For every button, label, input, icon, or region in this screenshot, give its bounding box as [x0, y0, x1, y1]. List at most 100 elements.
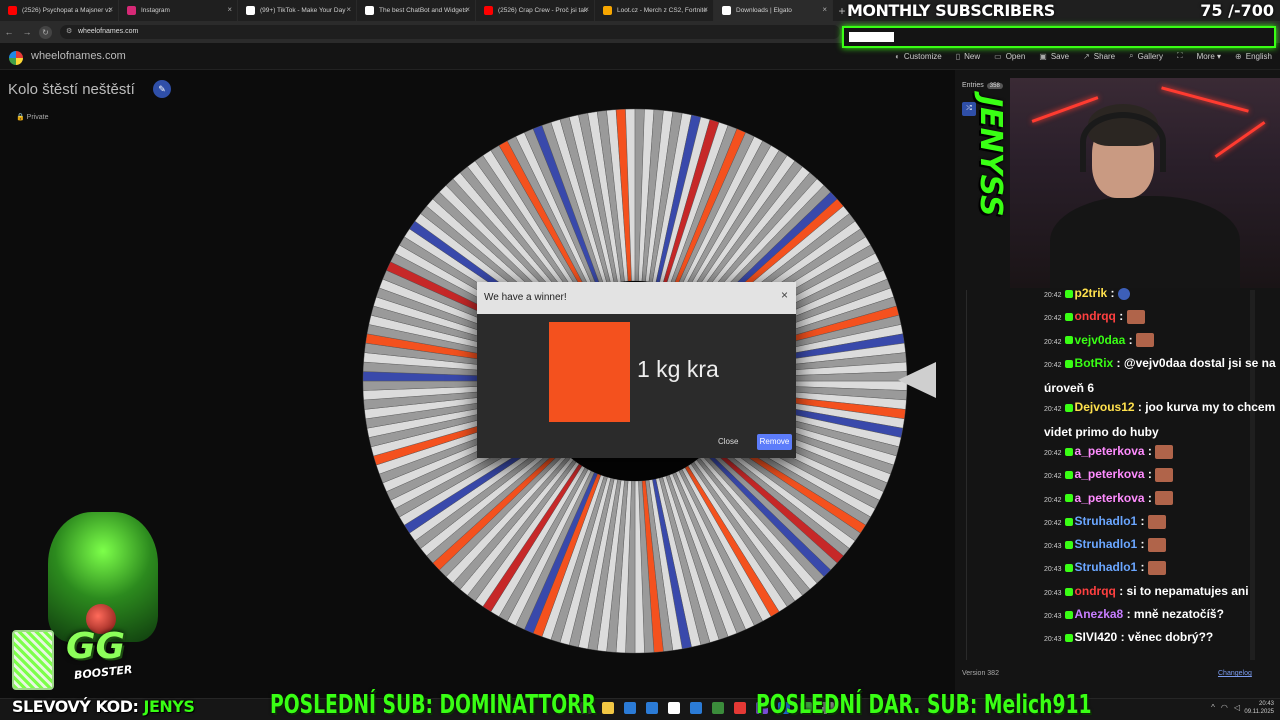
chat-username[interactable]: vejv0daa — [1075, 333, 1126, 347]
menu-save[interactable]: ▣ Save — [1039, 51, 1069, 61]
chat-message: 20:42 vejv0daa : — [1044, 329, 1276, 354]
tab-close-icon[interactable]: × — [584, 5, 589, 14]
menu-new-file[interactable]: ▯ New — [956, 51, 980, 61]
taskbar-app-icon[interactable] — [624, 702, 636, 714]
chat-username[interactable]: p2trik — [1075, 286, 1108, 300]
tab-0[interactable]: (2526) Psychopat a Majsner vz × — [0, 0, 119, 21]
chat-username[interactable]: Struhadlo1 — [1075, 514, 1138, 528]
menu-folder-open[interactable]: ▭ Open — [994, 51, 1025, 61]
tab-close-icon[interactable]: × — [703, 5, 708, 14]
sub-badge-icon — [1064, 540, 1073, 549]
streamer-name-vertical: JENYSS — [972, 92, 1012, 282]
last-sub-ticker: POSLEDNÍ SUB: DOMINATTORR — [270, 690, 596, 720]
entries-label: Entries — [962, 82, 984, 89]
reload-icon[interactable]: ↻ — [39, 25, 52, 39]
tab-close-icon[interactable]: × — [346, 5, 351, 14]
site-menu: ◐ Customize ▯ New ▭ Open ▣ Save ↗ Share ⌕ Gallery ⛶ M… — [895, 51, 1272, 61]
wheel-logo-icon[interactable] — [9, 51, 23, 65]
chat-message: 20:42 Struhadlo1 : — [1044, 510, 1276, 535]
menu-chevron-down[interactable]: More ▾ — [1197, 51, 1221, 61]
back-icon[interactable]: ← — [0, 27, 18, 37]
menu-globe[interactable]: ⊕ English — [1235, 51, 1272, 61]
tab-close-icon[interactable]: × — [227, 5, 232, 14]
chat-username[interactable]: Anezka8 — [1075, 607, 1124, 621]
chat-text: : si to nepamatujes ani — [1115, 583, 1249, 598]
menu-search[interactable]: ⌕ Gallery — [1129, 51, 1163, 61]
sub-badge-icon — [1064, 447, 1073, 456]
version-label: Version 382 — [962, 670, 999, 677]
tab-close-icon[interactable]: × — [108, 5, 113, 14]
close-icon[interactable]: × — [781, 288, 788, 302]
taskbar-app-icon[interactable] — [646, 702, 658, 714]
remove-button[interactable]: Remove — [757, 434, 792, 450]
chat-username[interactable]: a_peterkova — [1075, 467, 1145, 481]
forward-icon[interactable]: → — [18, 27, 36, 37]
booster-logo: GG — [66, 626, 126, 667]
chat-username[interactable]: Struhadlo1 — [1075, 537, 1138, 551]
chat-username[interactable]: Struhadlo1 — [1075, 560, 1138, 574]
menu-label: New — [964, 51, 981, 61]
clock[interactable]: 20:43 09.11.2025 — [1244, 700, 1274, 716]
tab-close-icon[interactable]: × — [465, 5, 470, 14]
clock-date: 09.11.2025 — [1244, 709, 1274, 715]
wheel-pointer-icon — [898, 362, 936, 398]
chat-username[interactable]: ondrqq — [1075, 584, 1116, 598]
winner-dialog: We have a winner! × 1 kg kra Close Remov… — [477, 282, 796, 458]
chat-username[interactable]: BotRix — [1075, 356, 1114, 370]
menu-label: Customize — [903, 51, 942, 61]
chat-username[interactable]: Dejvous12 — [1075, 400, 1135, 414]
winner-name: 1 kg kra — [637, 356, 719, 382]
edit-title-button[interactable]: ✎ — [153, 80, 171, 98]
search-icon: ⌕ — [1129, 51, 1134, 60]
chat-username[interactable]: a_peterkova — [1075, 491, 1145, 505]
taskbar-app-icon[interactable] — [734, 702, 746, 714]
menu-label: Open — [1005, 51, 1026, 61]
tab-3[interactable]: The best ChatBot and Widgets × — [357, 0, 476, 21]
chat-username[interactable]: a_peterkova — [1075, 444, 1145, 458]
site-info-icon[interactable]: ⚙ — [66, 25, 72, 39]
chat-time: 20:42 — [1044, 292, 1062, 299]
chat-time: 20:43 — [1044, 543, 1062, 551]
sub-goal-title: MONTHLY SUBSCRIBERS — [847, 1, 1055, 20]
taskbar-app-icon[interactable] — [668, 702, 680, 714]
chevron-up-icon[interactable]: ^ — [1211, 703, 1221, 712]
wifi-icon[interactable]: ◠ — [1221, 703, 1234, 712]
tab-5[interactable]: Loot.cz - Merch z CS2, Fortnite × — [595, 0, 714, 21]
chat-text: : — [1125, 332, 1136, 347]
new-file-icon: ▯ — [955, 51, 961, 61]
taskbar-app-icon[interactable] — [602, 702, 614, 714]
site-name[interactable]: wheelofnames.com — [31, 50, 126, 62]
url-field[interactable]: ⚙ wheelofnames.com — [60, 25, 840, 39]
chat-username[interactable]: ondrqq — [1075, 309, 1116, 323]
chat-time: 20:42 — [1044, 405, 1062, 413]
screen: (2526) Psychopat a Majsner vz × Instagram ×… — [0, 0, 1280, 720]
tab-6[interactable]: Downloads | Elgato × — [714, 0, 833, 21]
chat-time: 20:42 — [1044, 473, 1062, 481]
taskbar-app-icon[interactable] — [690, 702, 702, 714]
tab-label: Downloads | Elgato — [736, 7, 792, 14]
tab-2[interactable]: (99+) TikTok - Make Your Day × — [238, 0, 357, 21]
promo-code-banner: SLEVOVÝ KOD: JENYS — [12, 697, 195, 716]
changelog-link[interactable]: Changelog — [1218, 670, 1252, 677]
chat-username[interactable]: SIVI420 — [1075, 630, 1118, 644]
sub-badge-icon — [1064, 359, 1073, 368]
menu-fullscreen[interactable]: ⛶ — [1177, 51, 1183, 61]
chat-text: : — [1115, 309, 1127, 324]
favicon-icon — [603, 6, 612, 15]
menu-share[interactable]: ↗ Share — [1083, 51, 1115, 61]
chat-text: : — [1144, 490, 1156, 505]
streamer-name-text: JENYSS — [973, 96, 1008, 217]
menu-palette[interactable]: ◐ Customize — [895, 51, 942, 61]
chat-time: 20:43 — [1044, 613, 1062, 620]
tab-1[interactable]: Instagram × — [119, 0, 238, 21]
close-button[interactable]: Close — [718, 437, 738, 446]
taskbar-app-icon[interactable] — [712, 702, 724, 714]
tab-4[interactable]: (2526) Crap Crew - Proč jsi tak × — [476, 0, 595, 21]
tab-label: (2526) Crap Crew - Proč jsi tak — [498, 7, 588, 14]
favicon-icon — [365, 6, 374, 15]
tab-label: Instagram — [141, 7, 170, 14]
entries-tab[interactable]: Entries 358 — [962, 82, 1003, 89]
dialog-header: We have a winner! × — [477, 282, 796, 314]
tab-close-icon[interactable]: × — [822, 5, 827, 14]
chat-time: 20:42 — [1044, 449, 1062, 457]
